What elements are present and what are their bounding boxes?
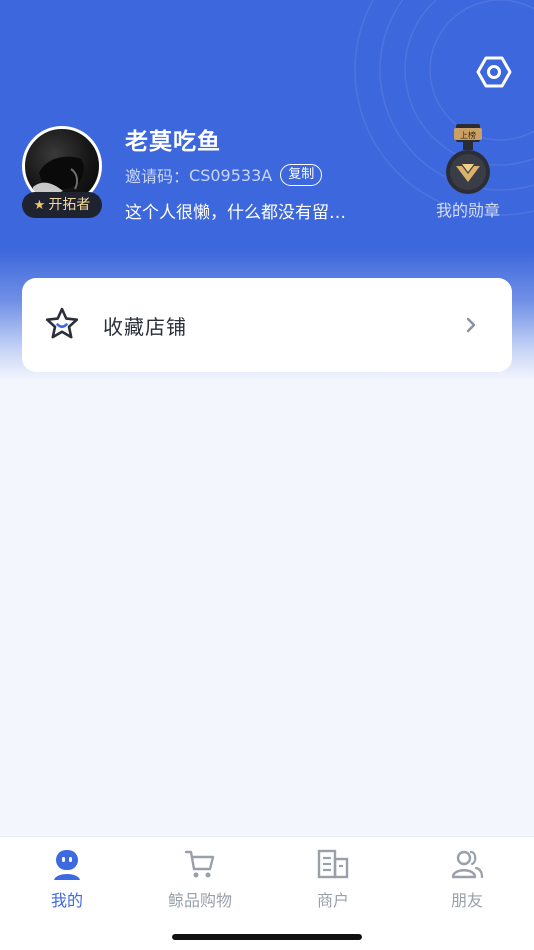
tab-shopping[interactable]: 鲸品购物 (150, 847, 250, 911)
tab-merchant-label: 商户 (316, 891, 349, 910)
pioneer-badge-label: 开拓者 (48, 197, 91, 213)
tab-mine-label: 我的 (50, 891, 83, 910)
favorite-shops-item[interactable]: 收藏店铺 (22, 278, 512, 372)
my-medals-label[interactable]: 我的勋章 (426, 197, 510, 221)
username: 老莫吃鱼 (125, 129, 221, 155)
home-indicator (172, 934, 362, 940)
chevron-right-icon (466, 317, 476, 333)
person-icon (54, 850, 80, 880)
star-icon: ★ (33, 197, 46, 213)
invite-code-row: 邀请码： CS09533A 复制 (125, 162, 323, 188)
star-face-icon (45, 307, 79, 339)
settings-button[interactable] (474, 52, 514, 92)
tab-mine[interactable]: 我的 (17, 847, 117, 911)
store-icon (317, 849, 349, 879)
user-bio: 这个人很懒，什么都没有留… (125, 203, 346, 223)
cart-icon (184, 850, 215, 878)
bottom-tab-bar: 我的 鲸品购物 商户 朋友 (0, 836, 534, 950)
settings-hexagon-icon (476, 56, 512, 88)
favorite-shops-label: 收藏店铺 (103, 315, 187, 339)
medal-icon[interactable]: 上榜 (436, 122, 500, 196)
invite-code-value: CS09533A (189, 165, 273, 185)
medal-tag: 上榜 (460, 130, 476, 140)
tab-merchant[interactable]: 商户 (283, 847, 383, 911)
pioneer-badge: ★ 开拓者 (22, 192, 102, 218)
invite-code-label: 邀请码： (125, 167, 190, 186)
tab-shopping-label: 鲸品购物 (167, 891, 232, 910)
tab-friends[interactable]: 朋友 (417, 847, 517, 911)
friends-icon (451, 850, 484, 879)
copy-button[interactable]: 复制 (280, 164, 323, 186)
tab-friends-label: 朋友 (450, 891, 483, 910)
